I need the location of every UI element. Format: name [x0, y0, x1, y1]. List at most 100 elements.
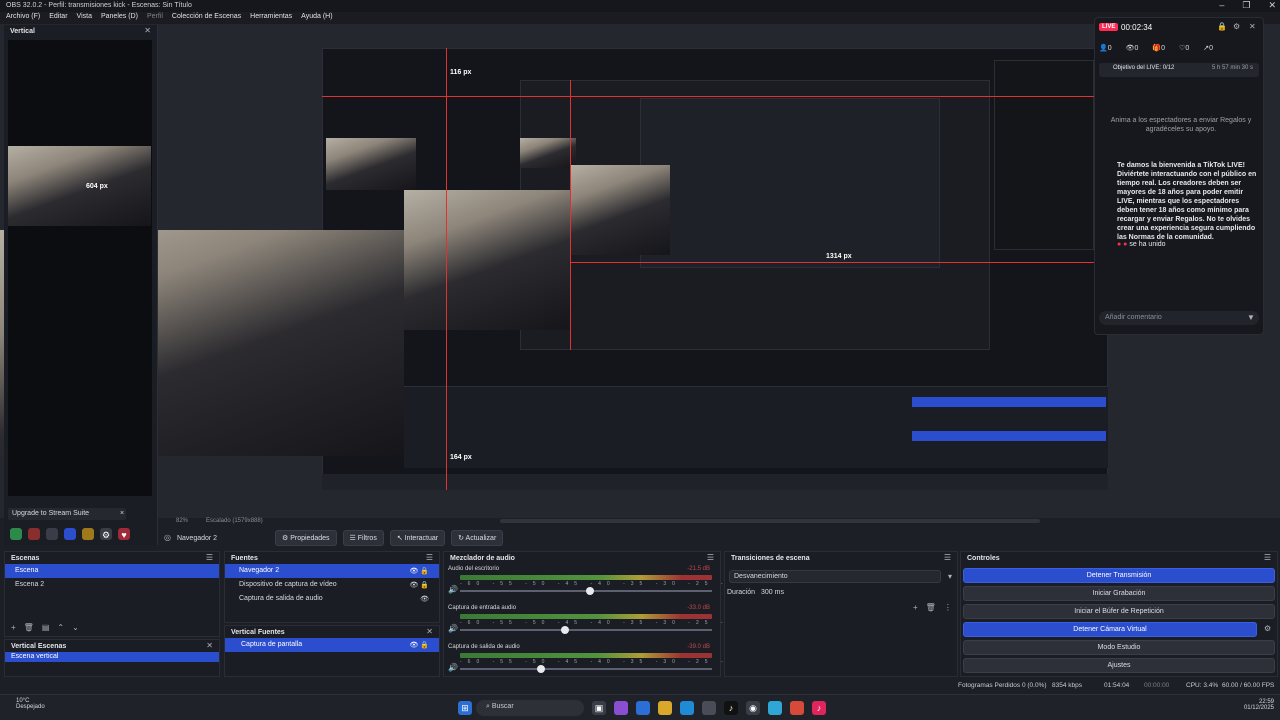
remove-icon[interactable]: 🗑 [926, 604, 936, 612]
eye-icon[interactable]: 👁 🔒 [409, 567, 429, 575]
tiktok-live-icon[interactable]: ♪ [812, 701, 826, 715]
menu-docks[interactable]: Paneles (D) [101, 13, 138, 23]
stream-icon[interactable] [10, 528, 22, 540]
dock-menu-icon[interactable]: ☰ [944, 554, 951, 562]
weather-widget[interactable]: 10°C Despejado [16, 698, 45, 710]
dock-menu-icon[interactable]: ☰ [707, 554, 714, 562]
scene-item[interactable]: Escena [5, 564, 219, 578]
transition-select[interactable]: Desvanecimiento ▾ [729, 570, 952, 583]
close-icon[interactable]: ✕ [144, 27, 151, 35]
volume-knob[interactable] [586, 587, 594, 595]
app-icon[interactable] [768, 701, 782, 715]
live-goal[interactable]: Objetivo del LIVE: 0/12 5 h 57 min 30 s [1099, 63, 1259, 77]
windows-start-icon[interactable]: ⊞ [458, 701, 472, 715]
speaker-icon[interactable]: 🔊 [448, 664, 458, 672]
close-icon[interactable]: ✕ [426, 628, 433, 636]
tiktok-icon[interactable]: ♪ [724, 701, 738, 715]
app-icon[interactable] [636, 701, 650, 715]
gear-icon[interactable]: ⚙ [1233, 23, 1240, 31]
minimize-button[interactable]: – [1219, 0, 1224, 12]
chevron-down-icon[interactable]: ▾ [948, 573, 952, 581]
square-icon[interactable] [46, 528, 58, 540]
dock-menu-icon[interactable]: ☰ [1264, 554, 1271, 562]
speaker-icon[interactable]: 🔊 [448, 586, 458, 594]
source-item[interactable]: Dispositivo de captura de vídeo 👁 🔒 [225, 578, 439, 592]
chrome-icon[interactable] [790, 701, 804, 715]
stop-streaming-button[interactable]: Detener Transmisión [963, 568, 1275, 583]
upgrade-banner[interactable]: Upgrade to Stream Suite × [8, 508, 126, 520]
close-icon[interactable]: ✕ [206, 642, 213, 650]
nested-capture-screen-inner [640, 98, 940, 268]
studio-mode-button[interactable]: Modo Estudio [963, 640, 1275, 655]
menu-profile[interactable]: Perfil [147, 13, 163, 23]
edge-icon[interactable] [680, 701, 694, 715]
speaker-icon[interactable]: 🔊 [448, 625, 458, 633]
vertical-scene-item[interactable]: Escena vertical [5, 652, 219, 662]
gear-icon[interactable]: ⚙ [100, 528, 112, 540]
obs-icon[interactable]: ◉ [746, 701, 760, 715]
volume-slider[interactable] [460, 626, 712, 634]
app-icon[interactable] [614, 701, 628, 715]
upgrade-close-button[interactable]: × [120, 510, 124, 517]
vertical-canvas[interactable] [8, 40, 152, 496]
app-icon[interactable] [702, 701, 716, 715]
folder-icon[interactable] [658, 701, 672, 715]
filter-icon[interactable]: ▼ [1247, 314, 1255, 322]
close-button[interactable]: ✕ [1268, 0, 1276, 12]
clock[interactable]: 22:59 01/12/2025 [1238, 699, 1274, 711]
interact-button[interactable]: ↖ Interactuar [389, 530, 446, 546]
eye-icon[interactable]: 👁 [420, 595, 429, 603]
gear-icon[interactable]: ⚙ [1264, 625, 1271, 633]
dock-menu-icon[interactable]: ☰ [206, 554, 213, 562]
stop-virtual-camera-button[interactable]: Detener Cámara Virtual [963, 622, 1257, 637]
menu-view[interactable]: Vista [77, 13, 92, 23]
live-stats: 👤0 👁0 🎁0 ♡0 ↗0 [1099, 44, 1213, 52]
filter-icon[interactable]: ▤ [42, 624, 50, 632]
menu-file[interactable]: Archivo (F) [6, 13, 40, 23]
menu-edit[interactable]: Editar [49, 13, 67, 23]
maximize-button[interactable]: ❐ [1242, 0, 1250, 12]
close-icon[interactable]: ✕ [1249, 23, 1256, 31]
up-icon[interactable]: ⌃ [57, 624, 64, 632]
dock-menu-icon[interactable]: ☰ [426, 554, 433, 562]
refresh-button[interactable]: ↻ Actualizar [451, 530, 504, 546]
menu-scene-collection[interactable]: Colección de Escenas [172, 13, 241, 23]
replay-buffer-button[interactable]: Iniciar el Búfer de Repetición [963, 604, 1275, 619]
filters-button[interactable]: ☰ Filtros [342, 530, 384, 546]
remove-icon[interactable]: 🗑 [24, 624, 34, 632]
start-recording-button[interactable]: Iniciar Grabación [963, 586, 1275, 601]
duration-value[interactable]: 300 ms [761, 589, 784, 596]
scale-text[interactable]: Escalado (1579x888) [206, 518, 263, 524]
controls-dock: Controles ☰ Detener Transmisión Iniciar … [960, 551, 1278, 677]
task-view-icon[interactable]: ▣ [592, 701, 606, 715]
cpu-usage: CPU: 3.4% [1186, 682, 1219, 689]
settings-button[interactable]: Ajustes [963, 658, 1275, 673]
menu-tools[interactable]: Herramientas [250, 13, 292, 23]
taskbar-search[interactable]: ⌕ Buscar [476, 700, 584, 716]
heart-icon[interactable]: ♥ [118, 528, 130, 540]
bitrate: 8354 kbps [1052, 682, 1082, 689]
lock-icon[interactable]: 🔒 [1217, 23, 1227, 31]
volume-knob[interactable] [560, 626, 569, 634]
source-item[interactable]: Captura de salida de audio 👁 [225, 592, 439, 606]
volume-knob[interactable] [537, 665, 545, 673]
properties-button[interactable]: ⚙ Propiedades [274, 530, 337, 546]
add-icon[interactable]: + [11, 624, 16, 632]
record-icon[interactable] [28, 528, 40, 540]
virtual-cam-icon[interactable] [64, 528, 76, 540]
volume-slider[interactable] [460, 665, 712, 673]
more-icon[interactable]: ⋮ [944, 604, 952, 612]
vertical-source-item[interactable]: Captura de pantalla 👁 🔒 [225, 638, 439, 652]
preview-scrollbar[interactable] [500, 519, 1040, 523]
source-item[interactable]: Navegador 2 👁 🔒 [225, 564, 439, 578]
menu-help[interactable]: Ayuda (H) [301, 13, 332, 23]
scene-item[interactable]: Escena 2 [5, 578, 219, 592]
comment-input[interactable]: Añadir comentario [1099, 311, 1259, 325]
studio-icon[interactable] [82, 528, 94, 540]
eye-icon[interactable]: 👁 🔒 [409, 641, 429, 649]
volume-slider[interactable] [460, 587, 712, 595]
eye-icon[interactable]: 👁 🔒 [409, 581, 429, 589]
add-icon[interactable]: + [913, 604, 918, 612]
guide-label-116: 116 px [450, 69, 472, 76]
down-icon[interactable]: ⌄ [72, 624, 79, 632]
